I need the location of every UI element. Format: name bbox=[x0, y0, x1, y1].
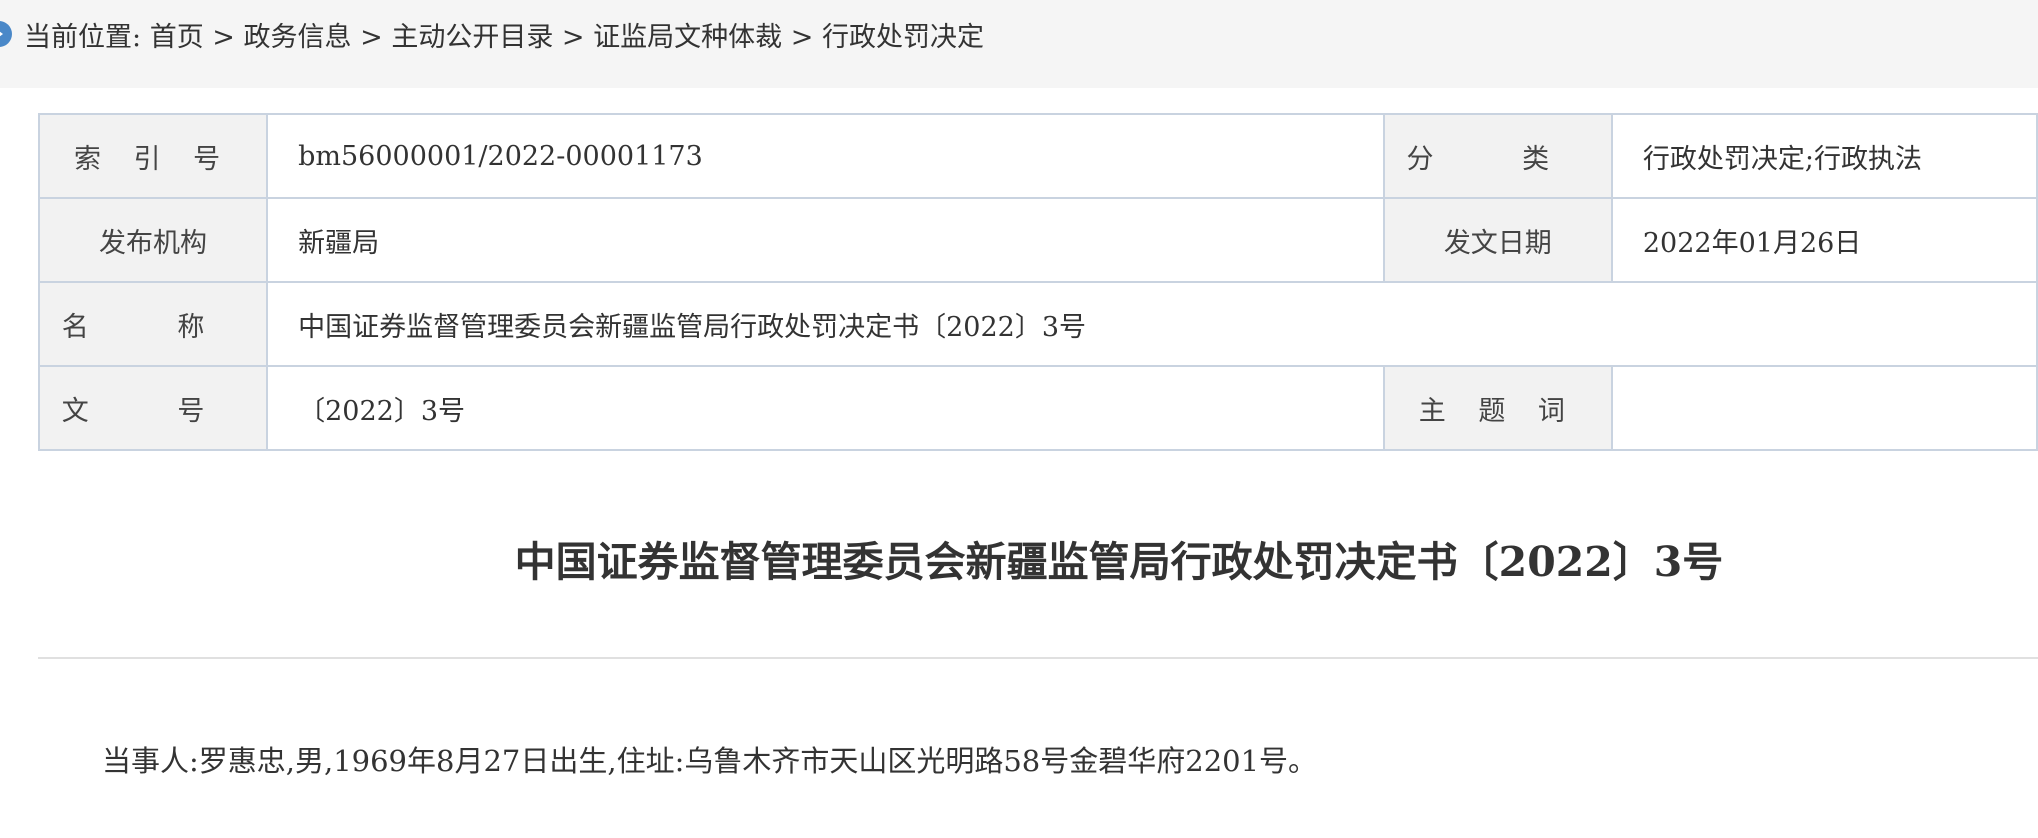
document-title: 中国证券监督管理委员会新疆监管局行政处罚决定书〔2022〕3号 bbox=[514, 538, 1724, 586]
breadcrumb-separator: > bbox=[561, 22, 585, 53]
name-label: 名 称 bbox=[37, 281, 269, 367]
breadcrumb-link-government-info[interactable]: 政务信息 bbox=[244, 22, 352, 53]
breadcrumb-link-public-catalog[interactable]: 主动公开目录 bbox=[391, 22, 553, 53]
table-row: 名 称 中国证券监督管理委员会新疆监管局行政处罚决定书〔2022〕3号 bbox=[37, 281, 2038, 367]
document-number-label: 文 号 bbox=[37, 365, 269, 451]
issue-date-value: 2022年01月26日 bbox=[1610, 197, 2038, 283]
breadcrumb-bar: 当前位置: 首页 > 政务信息 > 主动公开目录 > 证监局文种体裁 > 行政处… bbox=[0, 0, 2038, 88]
table-row: 文 号 〔2022〕3号 主 题 词 bbox=[37, 365, 2038, 451]
breadcrumb-link-document-types[interactable]: 证监局文种体裁 bbox=[593, 22, 782, 53]
table-row: 索 引 号 bm56000001/2022-00001173 分 类 行政处罚决… bbox=[37, 113, 2038, 199]
breadcrumb-separator: > bbox=[212, 22, 235, 53]
breadcrumb: 当前位置: 首页 > 政务信息 > 主动公开目录 > 证监局文种体裁 > 行政处… bbox=[24, 18, 984, 58]
document-number-value: 〔2022〕3号 bbox=[266, 365, 1385, 451]
category-value: 行政处罚决定;行政执法 bbox=[1610, 113, 2038, 199]
index-number-label: 索 引 号 bbox=[37, 113, 269, 199]
title-divider bbox=[38, 657, 2038, 659]
index-number-value: bm56000001/2022-00001173 bbox=[266, 113, 1385, 199]
publisher-value: 新疆局 bbox=[266, 197, 1385, 283]
breadcrumb-link-penalty-decisions[interactable]: 行政处罚决定 bbox=[822, 22, 984, 53]
table-row: 发布机构 新疆局 发文日期 2022年01月26日 bbox=[37, 197, 2038, 283]
keywords-label: 主 题 词 bbox=[1382, 365, 1613, 451]
issue-date-label: 发文日期 bbox=[1382, 197, 1613, 283]
location-arrow-icon bbox=[0, 21, 12, 47]
breadcrumb-separator: > bbox=[360, 22, 383, 53]
keywords-value bbox=[1610, 365, 2038, 451]
category-label: 分 类 bbox=[1382, 113, 1613, 199]
document-metadata-table: 索 引 号 bm56000001/2022-00001173 分 类 行政处罚决… bbox=[37, 113, 2038, 451]
breadcrumb-separator: > bbox=[790, 22, 814, 53]
name-value: 中国证券监督管理委员会新疆监管局行政处罚决定书〔2022〕3号 bbox=[266, 281, 2038, 367]
breadcrumb-prefix: 当前位置: bbox=[24, 22, 142, 53]
party-paragraph: 当事人:罗惠忠,男,1969年8月27日出生,住址:乌鲁木齐市天山区光明路58号… bbox=[102, 744, 1318, 778]
breadcrumb-link-home[interactable]: 首页 bbox=[150, 22, 204, 53]
publisher-label: 发布机构 bbox=[37, 197, 269, 283]
